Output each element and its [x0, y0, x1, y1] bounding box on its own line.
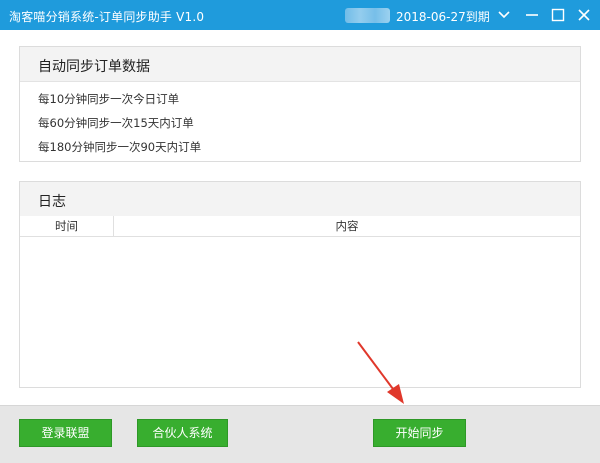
auto-sync-title: 自动同步订单数据	[38, 59, 150, 75]
title-bar[interactable]: 淘客喵分销系统-订单同步助手 V1.0 2018-06-27到期	[0, 0, 600, 30]
sync-rule-today: 每10分钟同步一次今日订单	[38, 92, 180, 106]
footer-bar: 登录联盟 合伙人系统 开始同步	[0, 405, 600, 463]
log-panel-header	[20, 182, 580, 217]
log-table-header: 时间 内容	[20, 216, 580, 237]
minimize-icon[interactable]	[522, 5, 542, 25]
column-header-time[interactable]: 时间	[20, 216, 114, 236]
column-header-content[interactable]: 内容	[114, 216, 580, 236]
blurred-username	[345, 8, 390, 23]
login-alliance-button[interactable]: 登录联盟	[19, 419, 112, 447]
log-table-body[interactable]	[20, 237, 580, 387]
sync-rule-15-days: 每60分钟同步一次15天内订单	[38, 116, 194, 130]
window-title: 淘客喵分销系统-订单同步助手 V1.0	[9, 10, 205, 24]
app-window: 淘客喵分销系统-订单同步助手 V1.0 2018-06-27到期 自动同步订单数…	[0, 0, 600, 463]
log-panel: 日志 时间 内容	[19, 181, 581, 388]
maximize-icon[interactable]	[548, 5, 568, 25]
close-icon[interactable]	[574, 5, 594, 25]
expiry-date: 2018-06-27到期	[396, 10, 490, 24]
dropdown-icon[interactable]	[494, 5, 514, 25]
start-sync-button[interactable]: 开始同步	[373, 419, 466, 447]
auto-sync-panel: 自动同步订单数据 每10分钟同步一次今日订单 每60分钟同步一次15天内订单 每…	[19, 46, 581, 162]
partner-system-button[interactable]: 合伙人系统	[137, 419, 228, 447]
log-title: 日志	[38, 194, 66, 210]
sync-rule-90-days: 每180分钟同步一次90天内订单	[38, 140, 202, 154]
